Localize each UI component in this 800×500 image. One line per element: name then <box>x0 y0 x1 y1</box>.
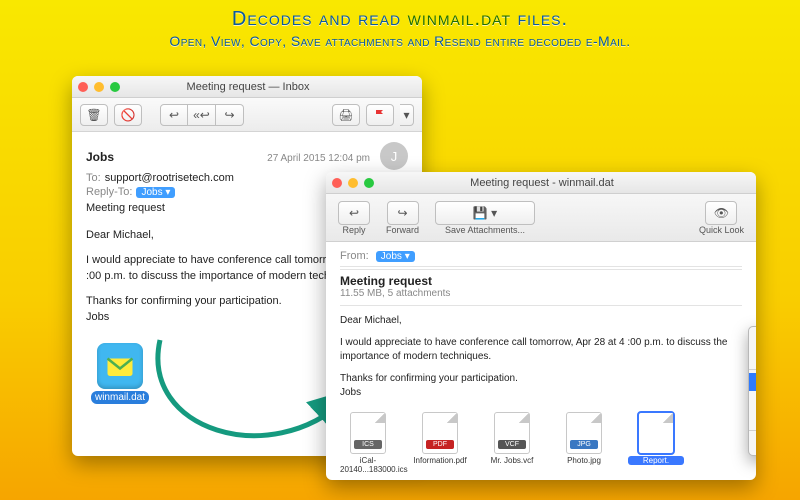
zoom-icon[interactable] <box>110 82 120 92</box>
promo-text2: files. <box>511 8 568 30</box>
window-title: Meeting request - winmail.dat <box>374 177 710 189</box>
toolbar-label: Forward <box>386 225 419 235</box>
file-name: Report. <box>628 456 684 465</box>
winmail-message: Dear Michael, I would appreciate to have… <box>340 314 742 400</box>
from-name: Jobs <box>86 150 114 164</box>
winmail-window: Meeting request - winmail.dat ↩Reply ↪Fo… <box>326 172 756 480</box>
traffic-lights <box>332 178 374 188</box>
menu-separator <box>749 369 756 370</box>
menu-separator <box>749 430 756 431</box>
traffic-lights <box>78 82 120 92</box>
flag-menu-button[interactable]: ▾ <box>400 104 414 126</box>
body-line: I would appreciate to have conference ca… <box>340 336 742 364</box>
close-icon[interactable] <box>332 178 342 188</box>
promo-header: Decodes and read winmail.dat files. Open… <box>0 0 800 49</box>
context-menu: Open Attachment Quick Look Attachment Sa… <box>748 326 756 456</box>
menu-share[interactable]: Share▶ <box>749 409 756 427</box>
reply-button[interactable]: ↩Reply <box>338 201 370 235</box>
attachment-ics[interactable]: ICS iCal-20140...183000.ics <box>340 412 396 474</box>
minimize-icon[interactable] <box>348 178 358 188</box>
body-line: Thanks for confirming your participation… <box>340 372 742 386</box>
to-address: support@rootrisetech.com <box>105 172 234 184</box>
menu-quicklook-attachment[interactable]: Quick Look Attachment <box>749 348 756 366</box>
replyto-label: Reply-To: <box>86 186 132 198</box>
file-tag: ICS <box>354 440 382 449</box>
file-tag: PDF <box>426 440 454 449</box>
attachment-selected[interactable]: Report. <box>628 412 684 474</box>
winmail-attachment[interactable]: winmail.dat <box>86 343 154 404</box>
promo-text: Decodes and read <box>232 8 408 30</box>
winmail-icon <box>97 343 143 389</box>
message-date: 27 April 2015 12:04 pm <box>267 153 370 164</box>
toolbar-label: Save Attachments... <box>445 225 525 235</box>
titlebar[interactable]: Meeting request - winmail.dat <box>326 172 756 194</box>
delete-button[interactable]: 🗑 <box>80 104 108 126</box>
replyall-button[interactable]: «↩ <box>188 104 216 126</box>
zoom-icon[interactable] <box>364 178 374 188</box>
to-label: To: <box>86 172 101 184</box>
winmail-body: From: Jobs ▾ Meeting request 11.55 MB, 5… <box>326 242 756 480</box>
reply-group: ↩ «↩ ↪ <box>160 104 244 126</box>
attachment-pdf[interactable]: PDF Information.pdf <box>412 412 468 474</box>
quicklook-button[interactable]: 👁Quick Look <box>699 201 744 235</box>
file-tag: JPG <box>570 440 598 449</box>
menu-save-attachment[interactable]: Save Attachment... <box>749 373 756 391</box>
toolbar-label: Reply <box>342 225 365 235</box>
attachment-jpg[interactable]: JPG Photo.jpg <box>556 412 612 474</box>
body-line: Jobs <box>340 386 742 400</box>
promo-line2: Open, View, Copy, Save attachments and R… <box>4 33 796 49</box>
file-name: Mr. Jobs.vcf <box>484 456 540 465</box>
menu-save-downloads[interactable]: Save to Downloads Folder <box>749 391 756 409</box>
menu-copy-attachment[interactable]: Copy Attachment <box>749 434 756 452</box>
from-row: From: Jobs ▾ <box>340 250 742 267</box>
attachment-vcf[interactable]: VCF Mr. Jobs.vcf <box>484 412 540 474</box>
reply-button[interactable]: ↩ <box>160 104 188 126</box>
save-attachments-button[interactable]: 💾 ▾Save Attachments... <box>435 201 535 235</box>
close-icon[interactable] <box>78 82 88 92</box>
forward-button[interactable]: ↪Forward <box>386 201 419 235</box>
avatar: J <box>380 142 408 170</box>
print-button[interactable]: 🖨 <box>332 104 360 126</box>
from-label: From: <box>340 250 369 262</box>
replyto-badge[interactable]: Jobs ▾ <box>136 187 175 198</box>
body-line: Dear Michael, <box>340 314 742 328</box>
junk-button[interactable]: 🚫 <box>114 104 142 126</box>
flag-icon <box>374 109 386 121</box>
winmail-meta: 11.55 MB, 5 attachments <box>340 288 742 306</box>
promo-filename: winmail.dat <box>408 8 511 30</box>
file-name: Information.pdf <box>412 456 468 465</box>
winmail-toolbar: ↩Reply ↪Forward 💾 ▾Save Attachments... 👁… <box>326 194 756 242</box>
file-tag: VCF <box>498 440 526 449</box>
promo-line1: Decodes and read winmail.dat files. <box>4 8 796 31</box>
attachments-row: ICS iCal-20140...183000.ics PDF Informatio… <box>340 412 742 474</box>
winmail-filename: winmail.dat <box>91 391 149 404</box>
from-badge[interactable]: Jobs ▾ <box>376 251 415 262</box>
file-name: iCal-20140...183000.ics <box>340 456 396 474</box>
window-title: Meeting request — Inbox <box>120 81 376 93</box>
toolbar-label: Quick Look <box>699 225 744 235</box>
titlebar[interactable]: Meeting request — Inbox <box>72 76 422 98</box>
minimize-icon[interactable] <box>94 82 104 92</box>
inbox-toolbar: 🗑 🚫 ↩ «↩ ↪ 🖨 ▾ <box>72 98 422 132</box>
menu-open-attachment[interactable]: Open Attachment <box>749 330 756 348</box>
file-tag <box>642 447 670 449</box>
forward-button[interactable]: ↪ <box>216 104 244 126</box>
flag-button[interactable] <box>366 104 394 126</box>
file-name: Photo.jpg <box>556 456 612 465</box>
winmail-subject: Meeting request <box>340 269 742 288</box>
